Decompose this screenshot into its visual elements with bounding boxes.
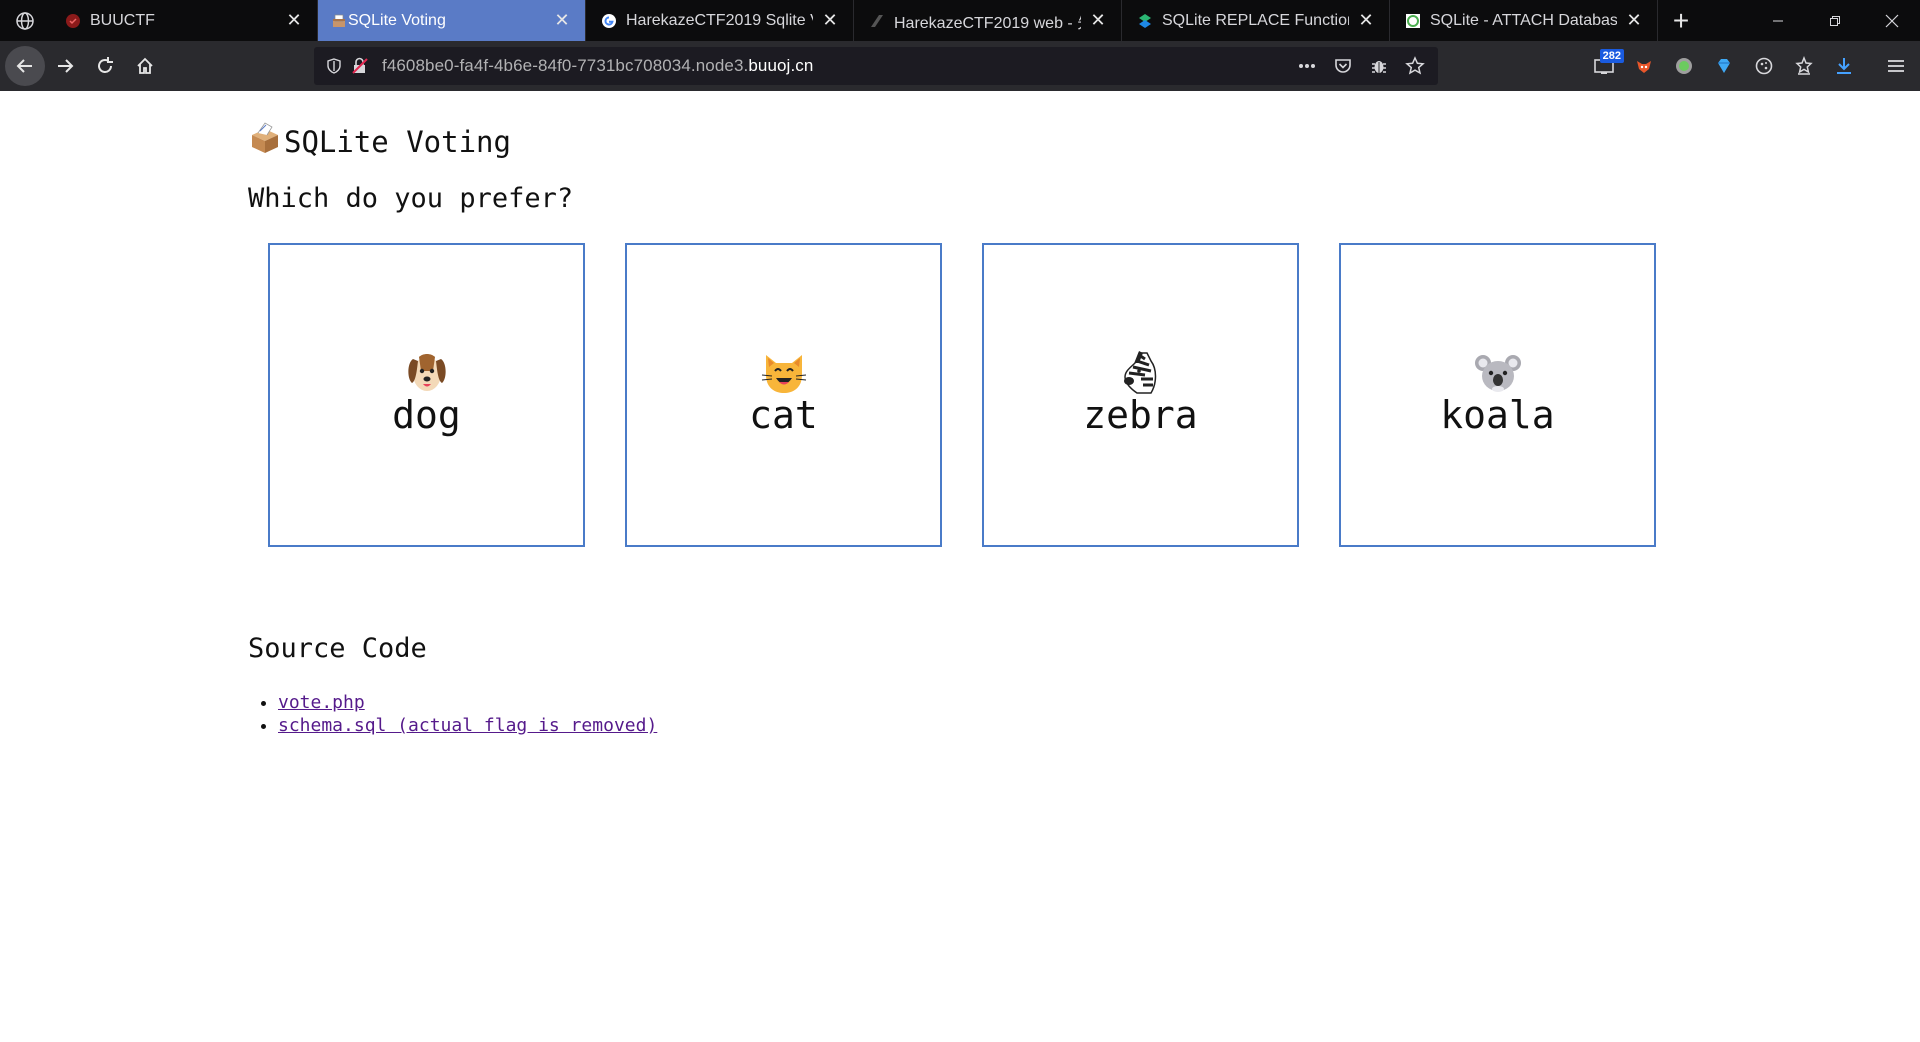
address-bar[interactable]: f4608be0-fa4f-4b6e-84f0-7731bc708034.nod… xyxy=(314,47,1438,85)
tracking-protection-icon[interactable] xyxy=(322,54,346,78)
fox-extension-icon[interactable] xyxy=(1624,50,1664,82)
tab-sqlite-replace[interactable]: SQLite REPLACE Function ✕ xyxy=(1122,0,1390,41)
reload-icon xyxy=(98,57,113,73)
close-tab-icon[interactable]: ✕ xyxy=(1355,10,1377,32)
zebra-face-icon xyxy=(1123,351,1156,394)
vote-php-link[interactable]: vote.php xyxy=(278,692,365,713)
option-label: koala xyxy=(1440,393,1555,437)
tab-harekaze-web[interactable]: HarekazeCTF2019 web - 先 ✕ xyxy=(854,0,1122,41)
window-controls xyxy=(1749,0,1920,41)
page-icon xyxy=(868,12,886,30)
list-item: vote.php xyxy=(278,691,657,714)
insecure-connection-icon[interactable] xyxy=(348,54,372,78)
monitor-extension-icon[interactable]: 282 xyxy=(1584,49,1624,82)
home-icon xyxy=(137,57,153,74)
option-label: zebra xyxy=(1083,393,1198,437)
source-code-heading: Source Code xyxy=(248,633,427,664)
tab-harekaze-google[interactable]: HarekazeCTF2019 Sqlite V ✕ xyxy=(586,0,854,41)
extensions-toolbar: 282 xyxy=(1584,49,1864,82)
vote-option-koala[interactable]: koala xyxy=(1339,243,1656,547)
tab-title: SQLite REPLACE Function xyxy=(1162,11,1349,29)
extension-badge: 282 xyxy=(1599,49,1624,63)
minimize-icon[interactable] xyxy=(1749,0,1806,41)
tab-title: SQLite Voting xyxy=(348,11,446,29)
download-icon[interactable] xyxy=(1824,50,1864,82)
sqlite-tutorial-icon xyxy=(1136,12,1154,30)
close-tab-icon[interactable]: ✕ xyxy=(283,10,305,32)
close-tab-icon[interactable]: ✕ xyxy=(551,10,573,32)
vote-option-cat[interactable]: cat xyxy=(625,243,942,547)
koala-face-icon xyxy=(1474,355,1521,392)
navigation-bar: f4608be0-fa4f-4b6e-84f0-7731bc708034.nod… xyxy=(0,41,1920,91)
option-label: cat xyxy=(749,393,818,437)
google-icon xyxy=(600,12,618,30)
tutorialspoint-icon xyxy=(1404,12,1422,30)
ballot-box-icon xyxy=(248,121,282,162)
vote-option-zebra[interactable]: zebra xyxy=(982,243,1299,547)
page-content: SQLite Voting Which do you prefer? dog c… xyxy=(0,91,1920,1042)
ballot-box-icon xyxy=(332,12,346,30)
new-tab-button[interactable]: + xyxy=(1658,0,1704,41)
url-text: f4608be0-fa4f-4b6e-84f0-7731bc708034.nod… xyxy=(382,56,813,76)
tab-sqlite-voting[interactable]: SQLite Voting ✕ xyxy=(318,0,586,41)
vote-options: dog cat zebra koala xyxy=(268,243,1656,547)
restore-icon[interactable] xyxy=(1806,0,1863,41)
question-heading: Which do you prefer? xyxy=(248,183,574,214)
close-tab-icon[interactable]: ✕ xyxy=(1623,10,1645,32)
bookmark-star-icon[interactable] xyxy=(1402,53,1428,79)
source-links-list: vote.php schema.sql (actual flag is remo… xyxy=(278,691,657,737)
tab-bar: BUUCTF ✕ SQLite Voting ✕ HarekazeCTF2019… xyxy=(0,0,1920,41)
list-item: schema.sql (actual flag is removed) xyxy=(278,714,657,737)
url-prefix: f4608be0-fa4f-4b6e-84f0-7731bc708034.nod… xyxy=(382,56,749,75)
gem-extension-icon[interactable] xyxy=(1704,50,1744,82)
page-actions-icon[interactable] xyxy=(1294,53,1320,79)
menu-area xyxy=(1876,50,1916,82)
tab-sqlite-attach[interactable]: SQLite - ATTACH Database ✕ xyxy=(1390,0,1658,41)
star-list-icon[interactable] xyxy=(1784,50,1824,82)
tab-list-icon[interactable] xyxy=(0,0,50,41)
bug-icon[interactable] xyxy=(1366,53,1392,79)
tab-buuctf[interactable]: BUUCTF ✕ xyxy=(50,0,318,41)
cookie-extension-icon[interactable] xyxy=(1744,50,1784,82)
home-button[interactable] xyxy=(125,46,165,86)
cat-face-icon xyxy=(761,355,806,393)
circle-extension-icon[interactable] xyxy=(1664,50,1704,82)
vote-option-dog[interactable]: dog xyxy=(268,243,585,547)
tab-title: BUUCTF xyxy=(90,11,155,29)
pocket-icon[interactable] xyxy=(1330,53,1356,79)
dog-face-icon xyxy=(407,354,446,391)
close-window-icon[interactable] xyxy=(1863,0,1920,41)
schema-sql-link[interactable]: schema.sql (actual flag is removed) xyxy=(278,715,657,736)
url-domain: buuoj.cn xyxy=(748,56,814,75)
buuctf-icon xyxy=(64,12,82,30)
tab-title: HarekazeCTF2019 web - 先 xyxy=(894,14,1081,32)
page-title: SQLite Voting xyxy=(248,121,511,162)
hamburger-menu-icon[interactable] xyxy=(1876,50,1916,82)
close-tab-icon[interactable]: ✕ xyxy=(1087,10,1109,32)
tab-title: HarekazeCTF2019 Sqlite V xyxy=(626,11,813,29)
page-title-text: SQLite Voting xyxy=(284,124,511,159)
back-button[interactable] xyxy=(5,46,45,86)
tab-title: SQLite - ATTACH Database xyxy=(1430,11,1617,29)
close-tab-icon[interactable]: ✕ xyxy=(819,10,841,32)
arrow-left-icon xyxy=(16,59,32,73)
option-label: dog xyxy=(392,393,461,437)
forward-button[interactable] xyxy=(45,46,85,86)
reload-button[interactable] xyxy=(85,46,125,86)
arrow-right-icon xyxy=(58,59,74,73)
